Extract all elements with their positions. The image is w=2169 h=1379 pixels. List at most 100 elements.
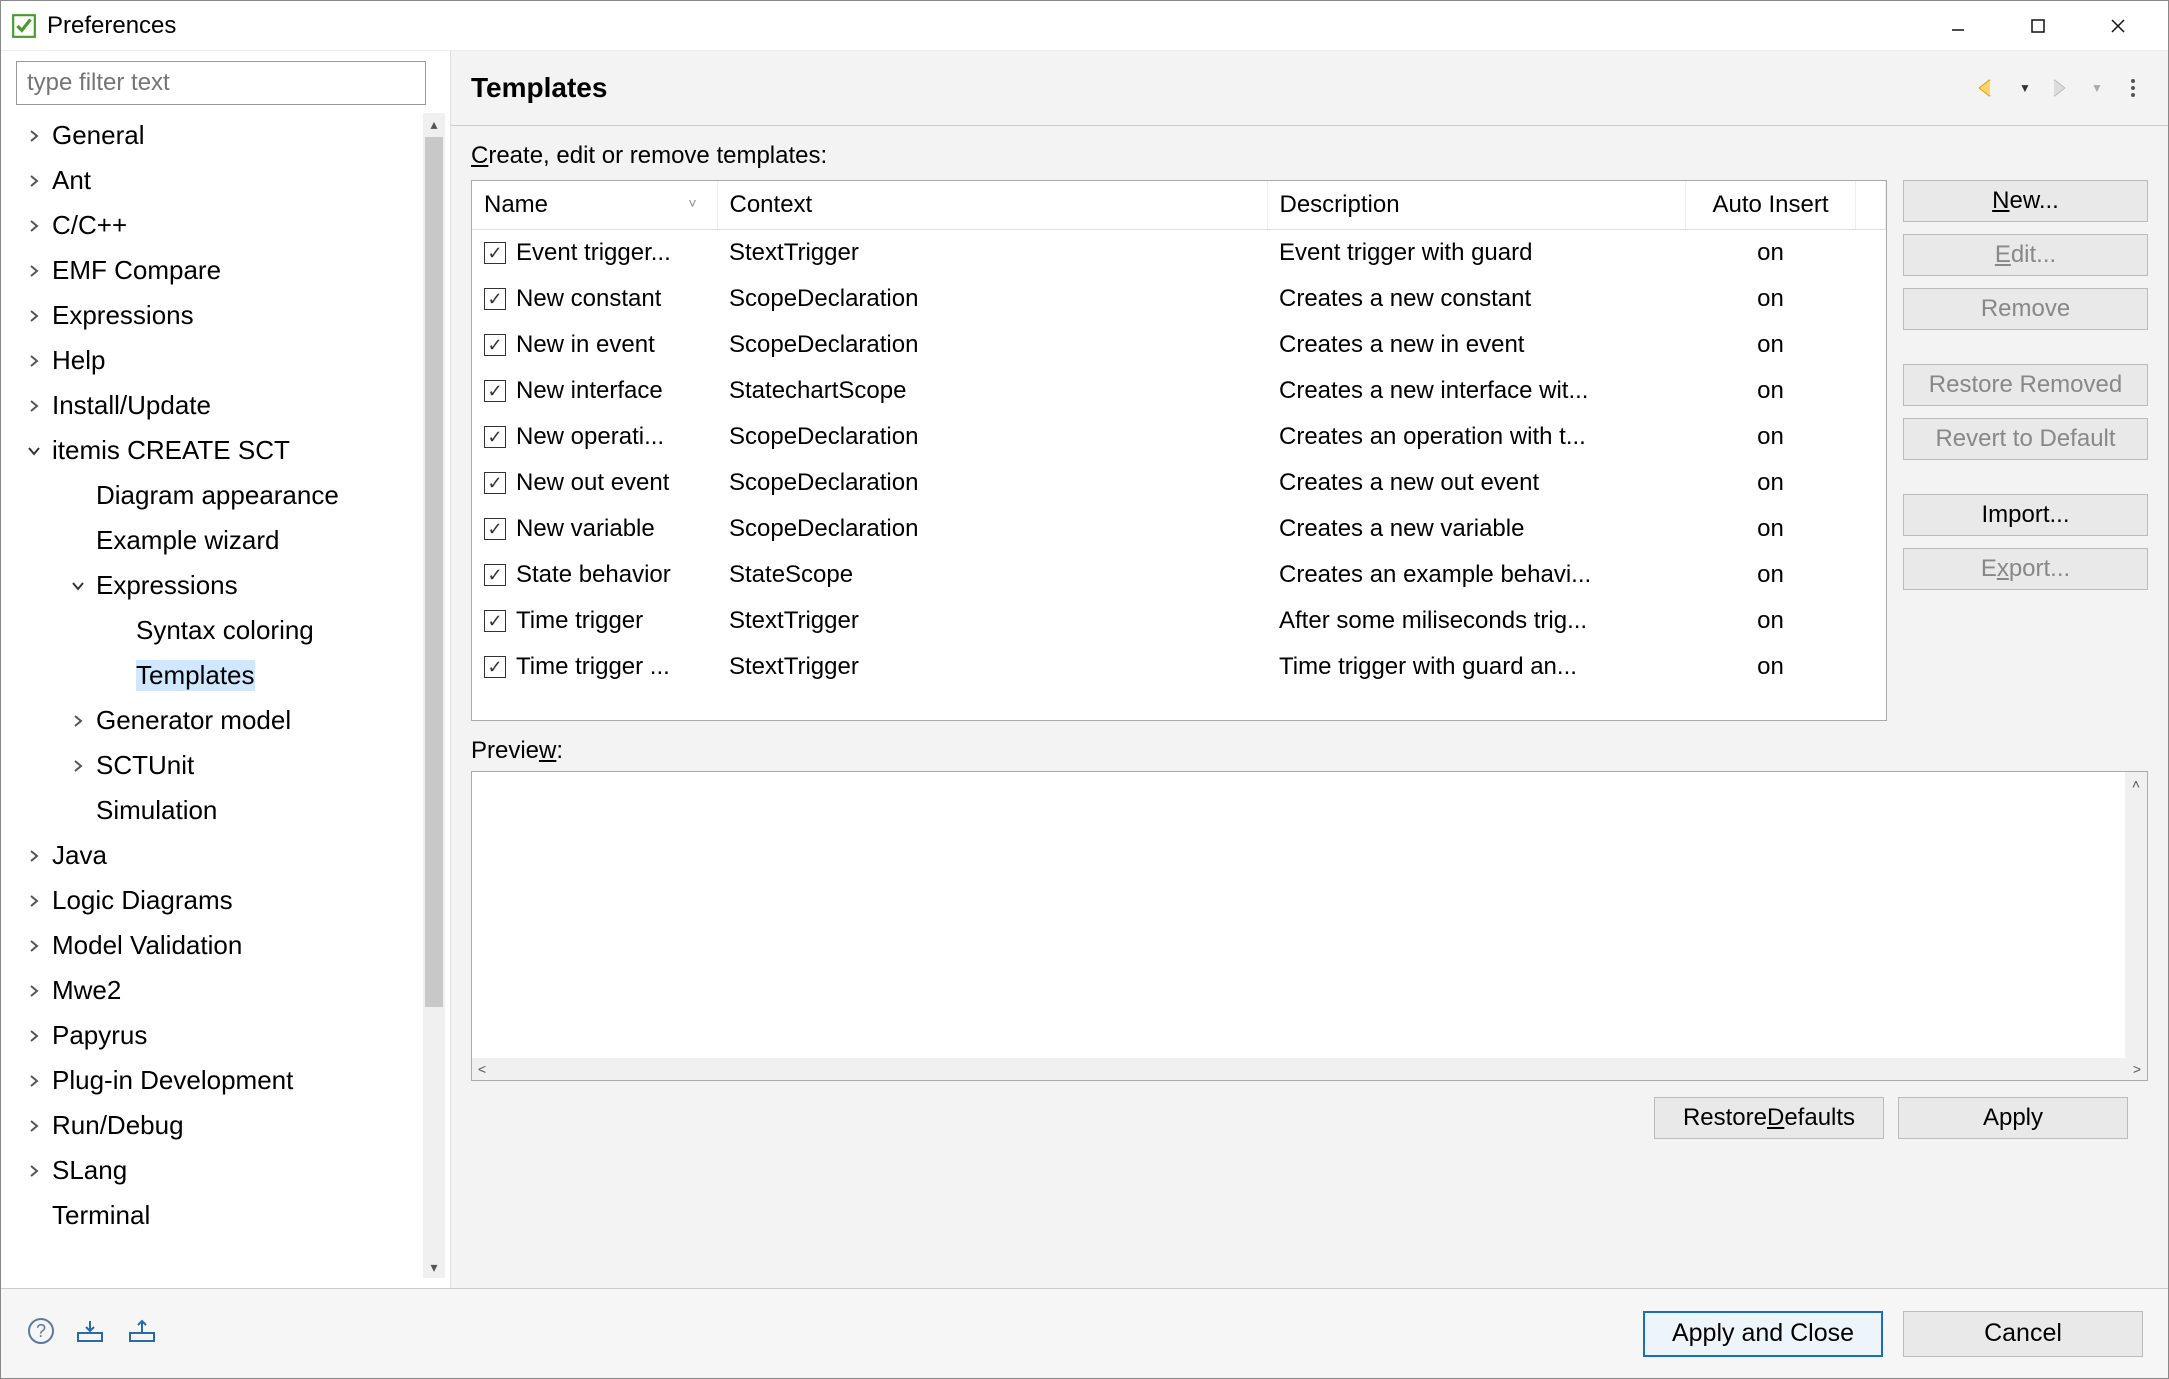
maximize-button[interactable] — [2018, 6, 2058, 46]
table-row[interactable]: ✓New out eventScopeDeclarationCreates a … — [472, 460, 1886, 506]
scroll-right-icon[interactable]: ˃ — [2133, 1061, 2141, 1077]
chevron-right-icon[interactable] — [22, 1069, 46, 1093]
tree-item[interactable]: Java — [16, 833, 423, 878]
tree-item[interactable]: itemis CREATE SCT — [16, 428, 423, 473]
chevron-down-icon[interactable] — [66, 574, 90, 598]
remove-button[interactable]: Remove — [1903, 288, 2148, 330]
scroll-left-icon[interactable]: ˂ — [478, 1061, 486, 1077]
import-prefs-icon[interactable] — [76, 1317, 108, 1350]
tree-item[interactable]: Run/Debug — [16, 1103, 423, 1148]
chevron-right-icon[interactable] — [22, 394, 46, 418]
tree-item[interactable]: Templates — [16, 653, 423, 698]
table-row[interactable]: ✓Time trigger ...StextTriggerTime trigge… — [472, 644, 1886, 690]
restore-removed-button[interactable]: Restore Removed — [1903, 364, 2148, 406]
chevron-right-icon[interactable] — [22, 889, 46, 913]
chevron-right-icon[interactable] — [22, 1114, 46, 1138]
cancel-button[interactable]: Cancel — [1903, 1311, 2143, 1357]
scroll-up-icon[interactable]: ˄ — [2132, 776, 2140, 792]
tree-item[interactable]: Simulation — [16, 788, 423, 833]
forward-dropdown-icon[interactable]: ▼ — [2082, 75, 2112, 101]
edit-button[interactable]: Edit... — [1903, 234, 2148, 276]
table-row[interactable]: ✓State behaviorStateScopeCreates an exam… — [472, 552, 1886, 598]
table-row[interactable]: ✓Event trigger...StextTriggerEvent trigg… — [472, 230, 1886, 277]
chevron-down-icon[interactable] — [22, 439, 46, 463]
new-button[interactable]: New... — [1903, 180, 2148, 222]
preview-horizontal-scrollbar[interactable]: ˂˃ — [472, 1058, 2147, 1080]
tree-item[interactable]: Papyrus — [16, 1013, 423, 1058]
export-button[interactable]: Export... — [1903, 548, 2148, 590]
chevron-right-icon[interactable] — [66, 754, 90, 778]
tree-item[interactable]: Ant — [16, 158, 423, 203]
chevron-right-icon[interactable] — [22, 979, 46, 1003]
close-button[interactable] — [2098, 6, 2138, 46]
tree-item[interactable]: Model Validation — [16, 923, 423, 968]
revert-default-button[interactable]: Revert to Default — [1903, 418, 2148, 460]
checkbox[interactable]: ✓ — [484, 380, 506, 402]
menu-dots-icon[interactable] — [2118, 75, 2148, 101]
import-button[interactable]: Import... — [1903, 494, 2148, 536]
tree-item[interactable]: Mwe2 — [16, 968, 423, 1013]
tree-item[interactable]: SLang — [16, 1148, 423, 1193]
tree-item[interactable]: Terminal — [16, 1193, 423, 1238]
checkbox[interactable]: ✓ — [484, 518, 506, 540]
tree-item[interactable]: C/C++ — [16, 203, 423, 248]
tree-item[interactable]: Install/Update — [16, 383, 423, 428]
apply-button[interactable]: Apply — [1898, 1097, 2128, 1139]
tree-item[interactable]: EMF Compare — [16, 248, 423, 293]
table-row[interactable]: ✓New constantScopeDeclarationCreates a n… — [472, 276, 1886, 322]
chevron-right-icon[interactable] — [22, 214, 46, 238]
checkbox[interactable]: ✓ — [484, 656, 506, 678]
table-row[interactable]: ✓New operati...ScopeDeclarationCreates a… — [472, 414, 1886, 460]
table-row[interactable]: ✓Time triggerStextTriggerAfter some mili… — [472, 598, 1886, 644]
chevron-right-icon[interactable] — [22, 124, 46, 148]
table-row[interactable]: ✓New variableScopeDeclarationCreates a n… — [472, 506, 1886, 552]
chevron-right-icon[interactable] — [22, 1159, 46, 1183]
column-context[interactable]: Context — [717, 181, 1267, 230]
export-prefs-icon[interactable] — [128, 1317, 160, 1350]
tree-scrollbar[interactable]: ▴ ▾ — [423, 113, 445, 1278]
filter-input[interactable] — [16, 61, 426, 105]
checkbox[interactable]: ✓ — [484, 288, 506, 310]
preferences-tree[interactable]: GeneralAntC/C++EMF CompareExpressionsHel… — [16, 113, 423, 1278]
tree-item[interactable]: Generator model — [16, 698, 423, 743]
apply-and-close-button[interactable]: Apply and Close — [1643, 1311, 1883, 1357]
column-name[interactable]: Name˅ — [472, 181, 717, 230]
tree-item[interactable]: Logic Diagrams — [16, 878, 423, 923]
minimize-button[interactable] — [1938, 6, 1978, 46]
help-icon[interactable]: ? — [26, 1316, 56, 1351]
tree-item[interactable]: Example wizard — [16, 518, 423, 563]
restore-defaults-button[interactable]: Restore Defaults — [1654, 1097, 1884, 1139]
tree-item[interactable]: Plug-in Development — [16, 1058, 423, 1103]
tree-item[interactable]: Help — [16, 338, 423, 383]
scroll-up-icon[interactable]: ▴ — [423, 113, 445, 135]
back-dropdown-icon[interactable]: ▼ — [2010, 75, 2040, 101]
checkbox[interactable]: ✓ — [484, 610, 506, 632]
chevron-right-icon[interactable] — [22, 169, 46, 193]
tree-item[interactable]: General — [16, 113, 423, 158]
chevron-right-icon[interactable] — [22, 844, 46, 868]
preview-vertical-scrollbar[interactable]: ˄ — [2125, 772, 2147, 1058]
column-auto-insert[interactable]: Auto Insert — [1686, 181, 1856, 230]
checkbox[interactable]: ✓ — [484, 564, 506, 586]
checkbox[interactable]: ✓ — [484, 242, 506, 264]
checkbox[interactable]: ✓ — [484, 472, 506, 494]
forward-icon[interactable] — [2046, 75, 2076, 101]
tree-item[interactable]: Syntax coloring — [16, 608, 423, 653]
chevron-right-icon[interactable] — [22, 1024, 46, 1048]
checkbox[interactable]: ✓ — [484, 334, 506, 356]
chevron-right-icon[interactable] — [22, 934, 46, 958]
chevron-right-icon[interactable] — [22, 259, 46, 283]
chevron-right-icon[interactable] — [22, 349, 46, 373]
scroll-down-icon[interactable]: ▾ — [423, 1256, 445, 1278]
back-icon[interactable] — [1974, 75, 2004, 101]
chevron-right-icon[interactable] — [66, 709, 90, 733]
tree-item[interactable]: Expressions — [16, 293, 423, 338]
table-row[interactable]: ✓New in eventScopeDeclarationCreates a n… — [472, 322, 1886, 368]
tree-item[interactable]: Diagram appearance — [16, 473, 423, 518]
tree-item[interactable]: SCTUnit — [16, 743, 423, 788]
chevron-right-icon[interactable] — [22, 304, 46, 328]
scroll-thumb[interactable] — [425, 137, 443, 1007]
templates-table[interactable]: Name˅ Context Description Auto Insert ✓E… — [471, 180, 1887, 721]
table-row[interactable]: ✓New interfaceStatechartScopeCreates a n… — [472, 368, 1886, 414]
column-description[interactable]: Description — [1267, 181, 1686, 230]
